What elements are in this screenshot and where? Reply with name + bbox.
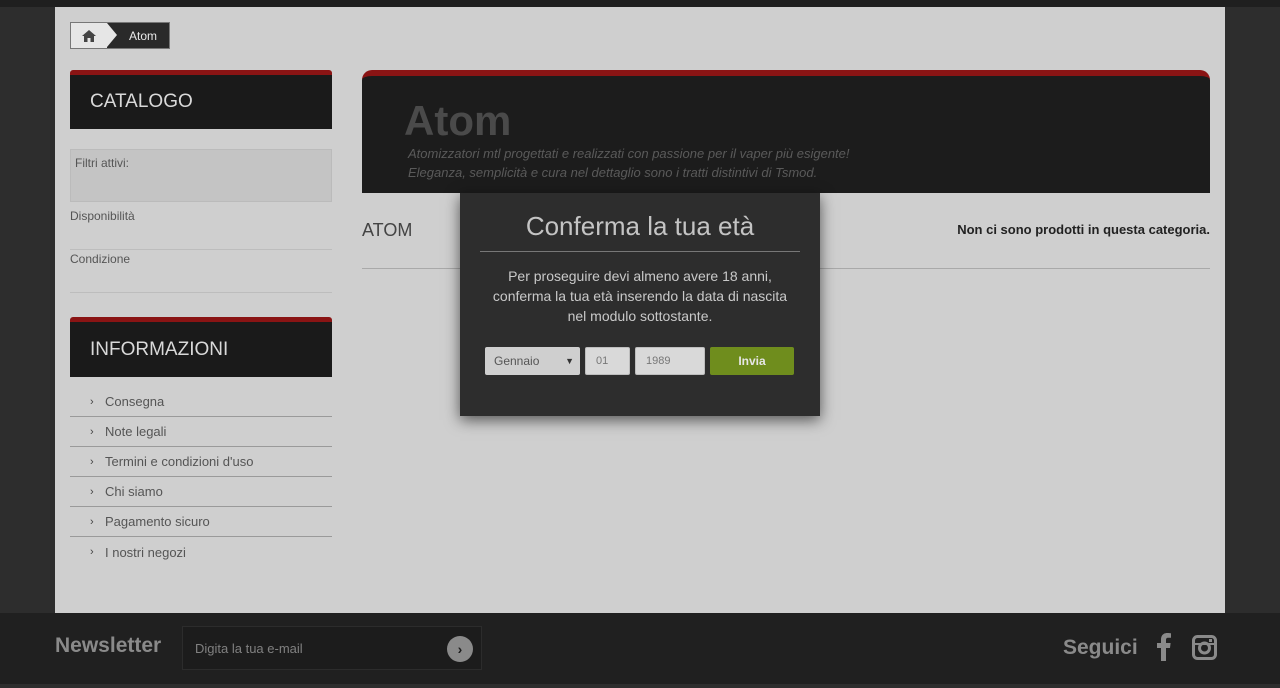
age-verification-modal: Conferma la tua età Per proseguire devi … xyxy=(460,193,820,416)
day-input[interactable]: 01 xyxy=(585,347,630,375)
newsletter-input[interactable]: Digita la tua e-mail › xyxy=(182,626,482,670)
submit-button[interactable]: Invia xyxy=(710,347,794,375)
footer: Newsletter Digita la tua e-mail › Seguic… xyxy=(0,613,1280,688)
follow-title: Seguici xyxy=(1063,636,1138,659)
birthdate-form: Gennaio ▼ 01 1989 Invia xyxy=(485,347,794,375)
modal-text: Per proseguire devi almeno avere 18 anni… xyxy=(492,268,788,324)
year-input[interactable]: 1989 xyxy=(635,347,705,375)
month-select-value: Gennaio xyxy=(494,354,540,368)
modal-divider xyxy=(480,251,800,252)
instagram-icon[interactable] xyxy=(1192,635,1217,660)
newsletter-submit-button[interactable]: › xyxy=(447,636,473,662)
caret-down-icon: ▼ xyxy=(565,356,574,366)
newsletter-placeholder: Digita la tua e-mail xyxy=(195,640,303,656)
facebook-icon[interactable] xyxy=(1157,633,1171,661)
month-select[interactable]: Gennaio ▼ xyxy=(485,347,580,375)
bottom-strip xyxy=(0,684,1280,688)
arrow-right-icon: › xyxy=(457,641,463,657)
newsletter-title: Newsletter xyxy=(55,634,162,657)
modal-title: Conferma la tua età xyxy=(525,211,755,241)
